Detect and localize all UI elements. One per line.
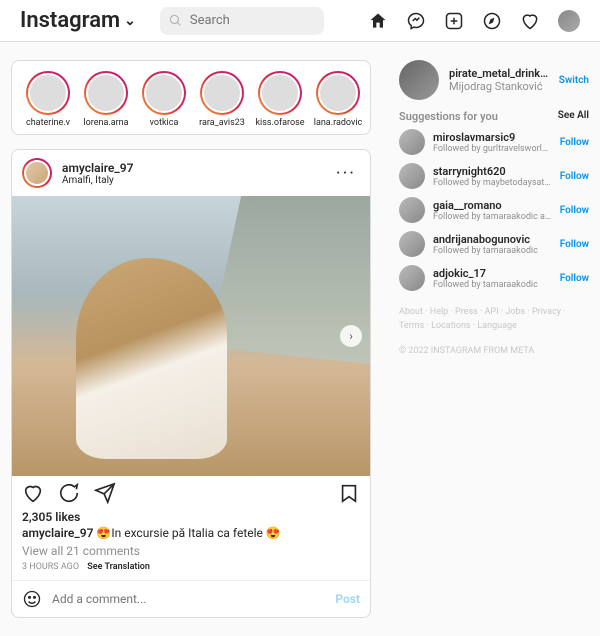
suggestion-username[interactable]: starrynight620: [433, 165, 552, 178]
story-username: rara_avis23: [196, 118, 248, 128]
suggestion-item: adjokic_17Followed by tamaraakodic Follow: [399, 265, 589, 291]
suggestions-header: Suggestions for you See All: [399, 110, 589, 123]
post-username[interactable]: amyclaire_97: [62, 161, 332, 175]
brand-text: Instagram: [20, 8, 120, 33]
story-item[interactable]: lorena.arna: [80, 71, 132, 128]
story-item[interactable]: votkica: [138, 71, 190, 128]
emoji-picker-icon[interactable]: [22, 589, 42, 609]
messenger-icon[interactable]: [406, 11, 426, 31]
follow-button[interactable]: Follow: [560, 239, 589, 250]
story-item[interactable]: rara_avis23: [196, 71, 248, 128]
story-item[interactable]: lana.radovic: [312, 71, 364, 128]
me-fullname: Mijodrag Stanković: [449, 80, 549, 93]
activity-icon[interactable]: [520, 11, 540, 31]
story-username: lorena.arna: [80, 118, 132, 128]
post-location[interactable]: Amalfi, Italy: [62, 175, 332, 186]
story-ring: [84, 71, 128, 115]
comment-icon[interactable]: [58, 482, 80, 504]
explore-icon[interactable]: [482, 11, 502, 31]
current-user: pirate_metal_drinking_deckha... Mijodrag…: [399, 60, 589, 100]
story-username: votkica: [138, 118, 190, 128]
search: [160, 7, 324, 35]
footer-links[interactable]: About · Help · Press · API · Jobs · Priv…: [399, 305, 589, 334]
save-icon[interactable]: [338, 482, 360, 504]
story-username: chaterine.v: [22, 118, 74, 128]
stories-tray: chaterine.v lorena.arna votkica rara_avis23…: [11, 60, 371, 135]
new-post-icon[interactable]: [444, 11, 464, 31]
view-comments[interactable]: View all 21 comments: [12, 542, 370, 560]
home-icon[interactable]: [368, 11, 388, 31]
footer: About · Help · Press · API · Jobs · Priv…: [399, 305, 589, 358]
post-card: amyclaire_97 Amalfi, Italy ··· › 2,305 l…: [11, 149, 371, 618]
suggestion-avatar[interactable]: [399, 163, 425, 189]
me-avatar[interactable]: [399, 60, 439, 100]
main: chaterine.v lorena.arna votkica rara_avis23…: [0, 42, 600, 636]
caption-username[interactable]: amyclaire_97: [22, 526, 93, 540]
like-icon[interactable]: [22, 482, 44, 504]
logo[interactable]: Instagram ⌄: [20, 8, 136, 33]
suggestions-label: Suggestions for you: [399, 110, 498, 123]
post-image[interactable]: ›: [12, 196, 370, 476]
emoji-icon: 😍: [266, 526, 281, 540]
suggestion-avatar[interactable]: [399, 231, 425, 257]
post-likes[interactable]: 2,305 likes: [12, 510, 370, 524]
carousel-next-icon[interactable]: ›: [340, 325, 362, 347]
comment-input[interactable]: [52, 592, 325, 606]
story-ring: [142, 71, 186, 115]
suggestion-username[interactable]: miroslavmarsic9: [433, 131, 552, 144]
emoji-icon: 😍: [96, 526, 111, 540]
suggestion-sub: Followed by tamaraakodic: [433, 280, 552, 290]
see-translation[interactable]: See Translation: [87, 562, 150, 572]
suggestion-username[interactable]: gaia__romano: [433, 199, 552, 212]
story-ring: [200, 71, 244, 115]
story-ring: [258, 71, 302, 115]
suggestion-item: gaia__romanoFollowed by tamaraakodic and…: [399, 197, 589, 223]
chevron-down-icon: ⌄: [124, 13, 136, 29]
profile-avatar-icon[interactable]: [558, 10, 580, 32]
switch-account[interactable]: Switch: [559, 75, 589, 86]
suggestion-item: andrijanabogunovicFollowed by tamaraakod…: [399, 231, 589, 257]
feed-column: chaterine.v lorena.arna votkica rara_avis23…: [11, 60, 371, 618]
suggestion-sub: Followed by gurltravelsworld + 1 more: [433, 144, 552, 154]
suggestion-avatar[interactable]: [399, 265, 425, 291]
follow-button[interactable]: Follow: [560, 171, 589, 182]
suggestion-username[interactable]: adjokic_17: [433, 267, 552, 280]
story-ring: [26, 71, 70, 115]
follow-button[interactable]: Follow: [560, 273, 589, 284]
post-more-icon[interactable]: ···: [332, 163, 360, 184]
caption-text: In excursie pă Italia ca fetele: [111, 526, 263, 540]
add-comment-row: Post: [12, 580, 370, 617]
follow-button[interactable]: Follow: [560, 205, 589, 216]
post-comment-button[interactable]: Post: [335, 592, 360, 606]
me-username[interactable]: pirate_metal_drinking_deckha...: [449, 67, 549, 80]
sidebar: pirate_metal_drinking_deckha... Mijodrag…: [399, 60, 589, 618]
story-username: kiss.ofarose: [254, 118, 306, 128]
post-header: amyclaire_97 Amalfi, Italy ···: [12, 150, 370, 196]
story-username: lana.radovic: [312, 118, 364, 128]
story-item[interactable]: chaterine.v: [22, 71, 74, 128]
suggestion-avatar[interactable]: [399, 129, 425, 155]
suggestion-sub: Followed by maybetodaysatans and gurlt..…: [433, 178, 552, 188]
follow-button[interactable]: Follow: [560, 137, 589, 148]
footer-copy: © 2022 INSTAGRAM FROM META: [399, 344, 589, 358]
search-icon: [168, 13, 182, 27]
post-actions: [12, 476, 370, 510]
suggestion-avatar[interactable]: [399, 197, 425, 223]
story-ring: [316, 71, 360, 115]
search-input[interactable]: [160, 7, 324, 35]
suggestion-username[interactable]: andrijanabogunovic: [433, 233, 552, 246]
suggestion-sub: Followed by tamaraakodic and lifeofmaja_: [433, 212, 552, 222]
suggestion-sub: Followed by tamaraakodic: [433, 246, 552, 256]
nav-icons: [368, 10, 580, 32]
suggestion-item: miroslavmarsic9Followed by gurltravelswo…: [399, 129, 589, 155]
post-caption: amyclaire_97 😍In excursie pă Italia ca f…: [12, 524, 370, 542]
suggestion-item: starrynight620Followed by maybetodaysata…: [399, 163, 589, 189]
see-all[interactable]: See All: [558, 110, 589, 123]
share-icon[interactable]: [94, 482, 116, 504]
post-time: 3 hours ago See Translation: [12, 560, 370, 580]
post-avatar[interactable]: [22, 158, 52, 188]
top-nav: Instagram ⌄: [0, 0, 600, 42]
story-item[interactable]: kiss.ofarose: [254, 71, 306, 128]
